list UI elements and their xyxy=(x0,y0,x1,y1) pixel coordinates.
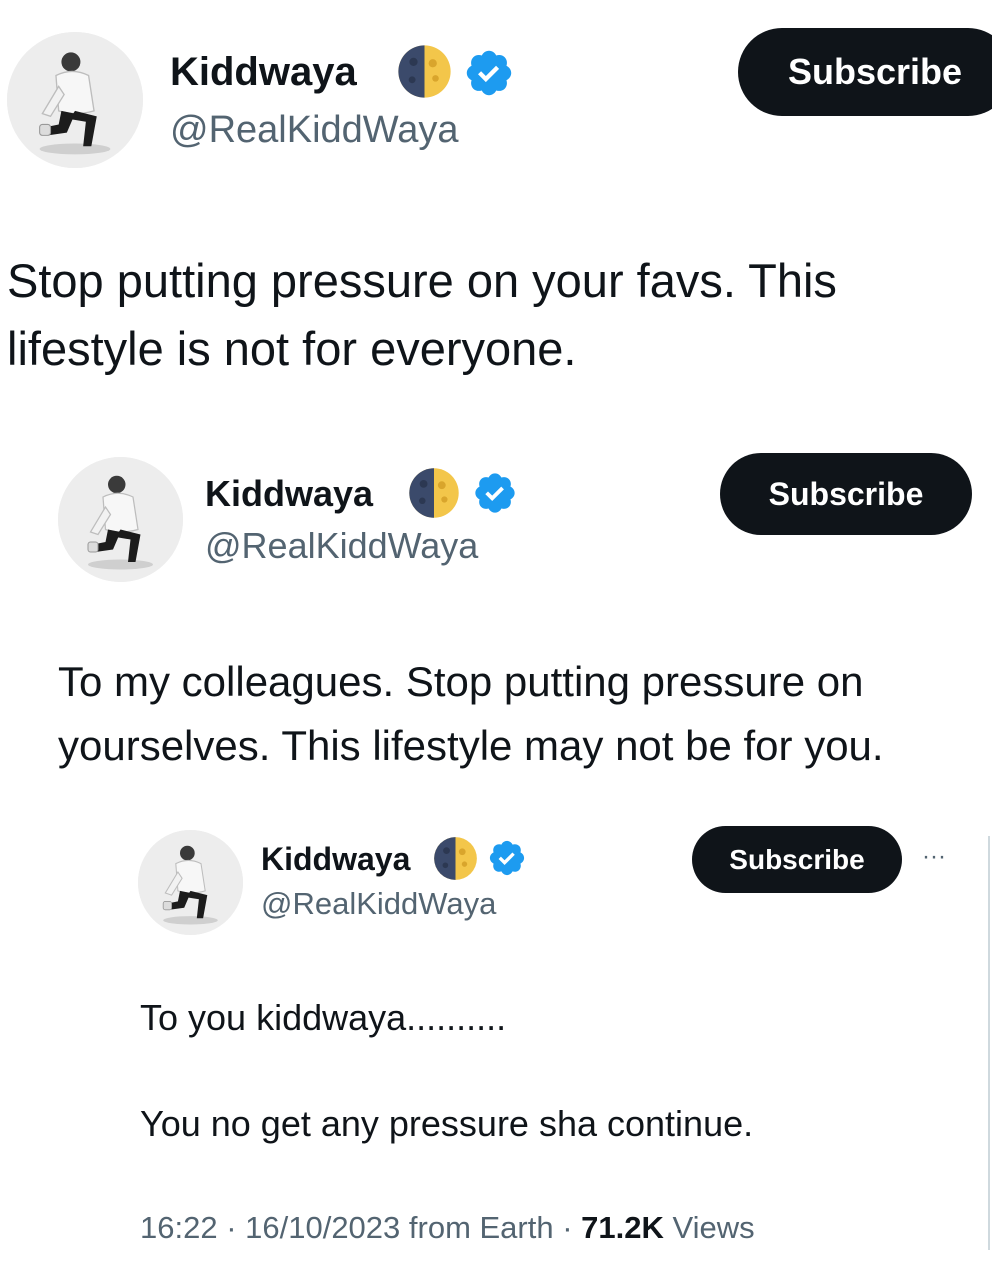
tweet-meta: 16:22 · 16/10/2023 from Earth · 71.2K Vi… xyxy=(140,1208,755,1248)
avatar-photo xyxy=(7,32,143,168)
timestamp[interactable]: 16:22 · 16/10/2023 from Earth · xyxy=(140,1210,581,1245)
tweet-text-line-1: To you kiddwaya.......... xyxy=(140,997,507,1038)
subscribe-button[interactable]: Subscribe xyxy=(738,28,992,116)
moon-emoji-icon xyxy=(433,836,478,881)
display-name[interactable]: Kiddwaya xyxy=(261,840,410,878)
more-icon[interactable]: ··· xyxy=(922,843,946,871)
user-handle[interactable]: @RealKiddWaya xyxy=(205,524,478,568)
user-handle[interactable]: @RealKiddWaya xyxy=(170,106,459,154)
subscribe-button[interactable]: Subscribe xyxy=(720,453,972,535)
verified-badge-icon xyxy=(472,470,518,516)
tweet-text-line-1: Stop putting pressure on your favs. This xyxy=(7,254,837,307)
verified-badge-icon xyxy=(463,47,515,99)
avatar[interactable] xyxy=(138,830,243,935)
avatar-photo xyxy=(138,830,243,935)
moon-emoji-icon xyxy=(408,467,460,519)
display-name[interactable]: Kiddwaya xyxy=(205,472,373,516)
tweet-text-line-2: You no get any pressure sha continue. xyxy=(140,1103,754,1144)
tweet-text-line-1: To my colleagues. Stop putting pressure … xyxy=(58,658,864,705)
moon-emoji-icon xyxy=(397,44,452,99)
subscribe-button[interactable]: Subscribe xyxy=(692,826,902,893)
verified-badge-icon xyxy=(487,838,527,878)
avatar[interactable] xyxy=(58,457,183,582)
tweet-text-line-2: yourselves. This lifestyle may not be fo… xyxy=(58,722,884,769)
tweet-text-line-2: lifestyle is not for everyone. xyxy=(7,322,577,375)
views-count[interactable]: 71.2K xyxy=(581,1210,664,1245)
user-handle[interactable]: @RealKiddWaya xyxy=(261,885,496,923)
avatar[interactable] xyxy=(7,32,143,168)
avatar-photo xyxy=(58,457,183,582)
views-label: Views xyxy=(663,1210,755,1245)
card-divider xyxy=(988,836,990,1250)
display-name[interactable]: Kiddwaya xyxy=(170,48,357,96)
